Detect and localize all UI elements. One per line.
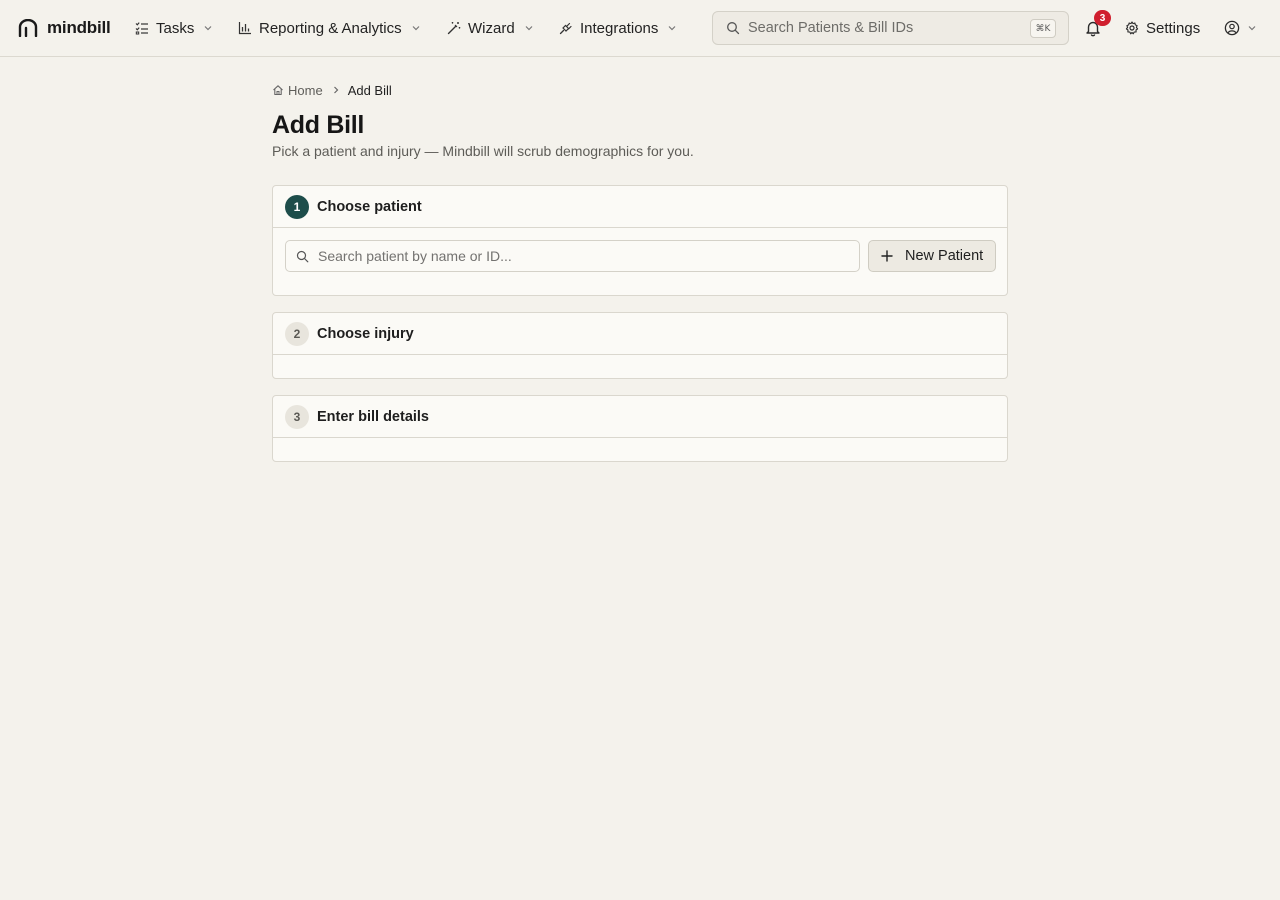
- nav-wizard[interactable]: Wizard: [447, 17, 534, 39]
- step-number-badge: 2: [285, 321, 309, 346]
- patient-search-input[interactable]: [318, 242, 838, 270]
- top-navigation-bar: mindbill Tasks Reporting & Analytics Wiz…: [0, 0, 1280, 57]
- tasks-icon: [135, 22, 148, 35]
- step-card-choose-injury: 2 Choose injury: [272, 312, 1008, 379]
- page-subtitle: Pick a patient and injury — Mindbill wil…: [272, 143, 694, 159]
- settings-label: Settings: [1146, 19, 1201, 37]
- plug-icon: [559, 22, 572, 35]
- breadcrumb-home-label: Home: [288, 82, 323, 98]
- app-name: mindbill: [47, 18, 111, 37]
- chevron-down-icon: [525, 26, 533, 31]
- breadcrumb: Home Add Bill: [272, 81, 392, 99]
- step-header[interactable]: 2 Choose injury: [273, 313, 1007, 355]
- chevron-down-icon: [204, 26, 212, 31]
- step-header[interactable]: 3 Enter bill details: [273, 396, 1007, 438]
- plus-icon: [881, 250, 893, 262]
- nav-tasks[interactable]: Tasks: [135, 17, 213, 39]
- chevron-down-icon: [412, 26, 420, 31]
- chevron-down-icon: [1248, 26, 1256, 31]
- step-card-enter-bill-details: 3 Enter bill details: [272, 395, 1008, 462]
- notification-count-badge: 3: [1094, 10, 1111, 26]
- magic-wand-icon: [447, 22, 461, 35]
- step-card-choose-patient: 1 Choose patient New Patient: [272, 185, 1008, 296]
- global-search[interactable]: ⌘K: [712, 11, 1069, 45]
- nav-integrations-label: Integrations: [580, 19, 659, 37]
- nav-tasks-label: Tasks: [156, 19, 195, 37]
- step-header[interactable]: 1 Choose patient: [273, 186, 1007, 228]
- step-title: Choose patient: [317, 198, 422, 215]
- nav-reporting-analytics[interactable]: Reporting & Analytics: [238, 17, 421, 39]
- mindbill-logo-icon: [18, 19, 38, 37]
- search-icon: [296, 250, 309, 262]
- app-logo[interactable]: mindbill: [18, 17, 111, 39]
- step-number-badge: 1: [285, 194, 309, 219]
- new-patient-label: New Patient: [905, 248, 984, 264]
- search-shortcut-hint: ⌘K: [1030, 19, 1056, 38]
- step-number-badge: 3: [285, 404, 309, 429]
- chevron-down-icon: [668, 26, 676, 31]
- nav-wizard-label: Wizard: [468, 19, 515, 37]
- breadcrumb-current: Add Bill: [347, 82, 392, 98]
- step-title: Choose injury: [317, 325, 414, 342]
- nav-reporting-label: Reporting & Analytics: [259, 19, 402, 37]
- nav-integrations[interactable]: Integrations: [559, 17, 677, 39]
- new-patient-button[interactable]: New Patient: [868, 240, 996, 272]
- patient-search[interactable]: [285, 240, 860, 272]
- user-menu[interactable]: [1224, 19, 1257, 37]
- bar-chart-icon: [238, 22, 251, 35]
- user-avatar-icon: [1224, 20, 1240, 36]
- search-icon: [727, 22, 740, 35]
- settings-button[interactable]: Settings: [1125, 17, 1200, 39]
- gear-icon: [1125, 21, 1139, 35]
- page-title: Add Bill: [272, 111, 365, 139]
- step-title: Enter bill details: [317, 408, 429, 425]
- global-search-input[interactable]: [748, 13, 1018, 43]
- chevron-right-icon: [333, 86, 339, 94]
- home-icon: [273, 85, 283, 96]
- breadcrumb-home[interactable]: Home: [272, 83, 323, 98]
